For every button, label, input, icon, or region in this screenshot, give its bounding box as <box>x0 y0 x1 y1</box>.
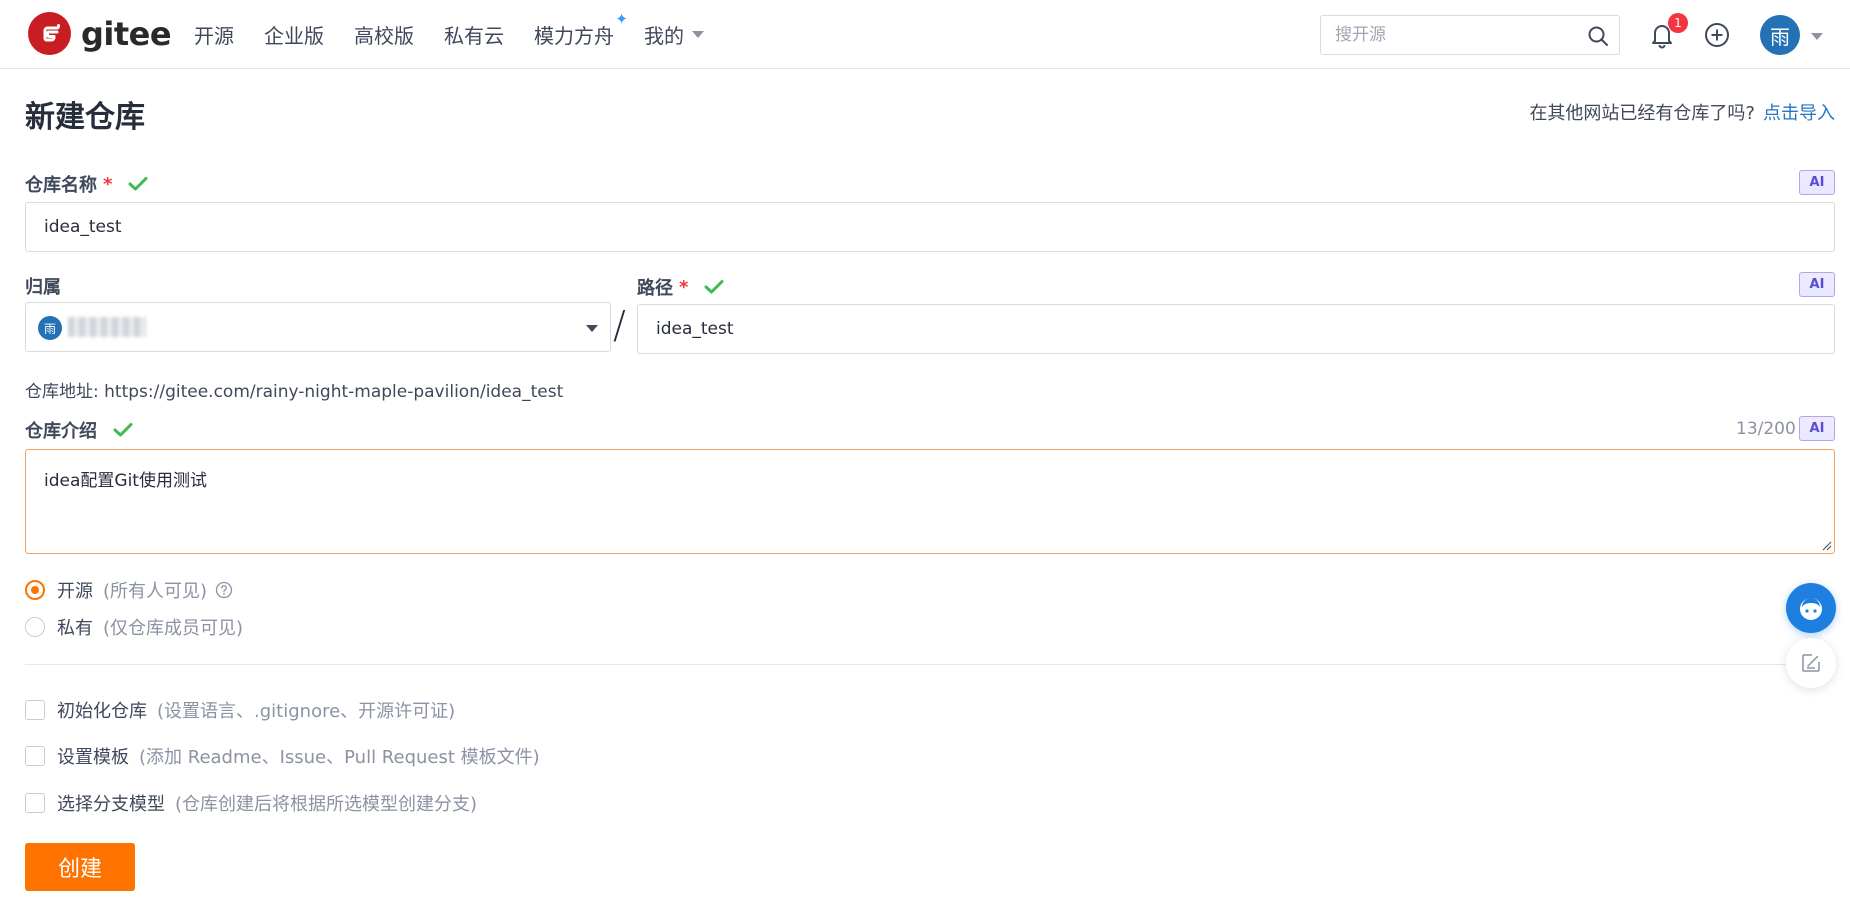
owner-label-text: 归属 <box>25 277 61 298</box>
description-text: idea配置Git使用测试 <box>44 471 207 491</box>
check-icon <box>113 423 133 437</box>
description-char-counter: 13/200 <box>1736 419 1796 439</box>
option-init-repo-label: 初始化仓库 <box>57 701 147 722</box>
owner-select[interactable]: 雨 <box>25 302 611 352</box>
ai-generate-description-button[interactable]: AI <box>1799 416 1835 441</box>
radio-public[interactable] <box>25 580 45 600</box>
page-title: 新建仓库 <box>25 100 145 135</box>
description-textarea[interactable]: idea配置Git使用测试 <box>25 449 1835 554</box>
help-circle-icon[interactable] <box>215 581 233 599</box>
required-mark: * <box>103 173 113 195</box>
logo-text: gitee <box>81 14 172 53</box>
nav-open-source[interactable]: 开源 <box>194 20 234 49</box>
path-separator: / <box>613 303 626 347</box>
visibility-public[interactable]: 开源 (所有人可见) <box>25 577 233 603</box>
visibility-public-hint: (所有人可见) <box>103 581 208 602</box>
visibility-private-hint: (仅仓库成员可见) <box>103 618 244 639</box>
ai-assistant-button[interactable] <box>1786 583 1836 633</box>
search-icon[interactable] <box>1587 25 1609 47</box>
option-branch-model-hint: (仓库创建后将根据所选模型创建分支) <box>175 794 478 815</box>
search-box <box>1320 15 1620 55</box>
feedback-button[interactable] <box>1786 638 1836 688</box>
check-icon <box>128 177 148 191</box>
checkbox-init-repo[interactable] <box>25 700 45 720</box>
option-template-label: 设置模板 <box>57 747 129 768</box>
checkbox-branch-model[interactable] <box>25 793 45 813</box>
required-mark: * <box>679 276 689 298</box>
notification-badge: 1 <box>1668 13 1688 33</box>
nav-mine[interactable]: 我的 <box>644 20 704 49</box>
visibility-private[interactable]: 私有 (仅仓库成员可见) <box>25 614 243 640</box>
main-nav: 开源 企业版 高校版 私有云 模力方舟 ✦ 我的 <box>194 0 734 69</box>
path-input[interactable]: idea_test <box>637 304 1835 354</box>
nav-enterprise[interactable]: 企业版 <box>264 20 324 49</box>
owner-name-redacted <box>68 317 146 337</box>
repo-name-label: 仓库名称 * <box>25 171 148 197</box>
gitee-logo[interactable]: gitee <box>28 12 172 55</box>
option-branch-model-label: 选择分支模型 <box>57 794 165 815</box>
visibility-private-label: 私有 <box>57 618 93 639</box>
description-label: 仓库介绍 <box>25 417 133 443</box>
ai-assistant-icon <box>1800 598 1822 620</box>
create-button[interactable]: 创建 <box>25 843 135 891</box>
divider <box>25 664 1835 665</box>
ai-generate-name-button[interactable]: AI <box>1799 170 1835 195</box>
option-init-repo-hint: (设置语言、.gitignore、开源许可证) <box>157 701 456 722</box>
resize-handle-icon[interactable] <box>1822 541 1832 551</box>
check-icon <box>704 280 724 294</box>
option-template-hint: (添加 Readme、Issue、Pull Request 模板文件) <box>139 747 540 768</box>
nav-open-source-label: 开源 <box>194 24 234 48</box>
import-hint: 在其他网站已经有仓库了吗? 点击导入 <box>1529 99 1835 125</box>
nav-education[interactable]: 高校版 <box>354 20 414 49</box>
caret-down-icon <box>586 325 598 332</box>
plus-circle-icon[interactable] <box>1704 22 1730 48</box>
radio-private[interactable] <box>25 617 45 637</box>
nav-private-cloud-label: 私有云 <box>444 24 504 48</box>
nav-education-label: 高校版 <box>354 24 414 48</box>
owner-avatar: 雨 <box>38 316 62 340</box>
path-label: 路径 * <box>637 274 724 300</box>
visibility-public-label: 开源 <box>57 581 93 602</box>
nav-moark-label: 模力方舟 <box>534 24 614 48</box>
option-branch-model[interactable]: 选择分支模型 (仓库创建后将根据所选模型创建分支) <box>25 790 477 816</box>
gitee-logo-icon <box>28 12 71 55</box>
path-label-text: 路径 <box>637 278 673 299</box>
description-label-text: 仓库介绍 <box>25 421 97 442</box>
search-input[interactable] <box>1321 16 1581 54</box>
user-avatar[interactable]: 雨 <box>1760 15 1800 55</box>
top-navbar: gitee 开源 企业版 高校版 私有云 模力方舟 ✦ 我的 1 雨 <box>0 0 1850 69</box>
repo-url: 仓库地址: https://gitee.com/rainy-night-mapl… <box>25 382 564 402</box>
user-menu-caret-icon[interactable] <box>1811 33 1823 40</box>
owner-label: 归属 <box>25 273 61 299</box>
nav-mine-label: 我的 <box>644 24 684 48</box>
nav-enterprise-label: 企业版 <box>264 24 324 48</box>
caret-down-icon <box>692 31 704 38</box>
import-hint-text: 在其他网站已经有仓库了吗? <box>1529 103 1755 124</box>
ai-generate-path-button[interactable]: AI <box>1799 272 1835 297</box>
nav-moark[interactable]: 模力方舟 ✦ <box>534 10 628 49</box>
option-template[interactable]: 设置模板 (添加 Readme、Issue、Pull Request 模板文件) <box>25 743 540 769</box>
repo-name-input[interactable]: idea_test <box>25 202 1835 252</box>
sparkle-icon: ✦ <box>615 10 628 28</box>
checkbox-template[interactable] <box>25 746 45 766</box>
feedback-edit-icon <box>1802 654 1820 672</box>
repo-name-label-text: 仓库名称 <box>25 175 97 196</box>
option-init-repo[interactable]: 初始化仓库 (设置语言、.gitignore、开源许可证) <box>25 697 455 723</box>
import-link[interactable]: 点击导入 <box>1763 103 1835 124</box>
nav-private-cloud[interactable]: 私有云 <box>444 20 504 49</box>
